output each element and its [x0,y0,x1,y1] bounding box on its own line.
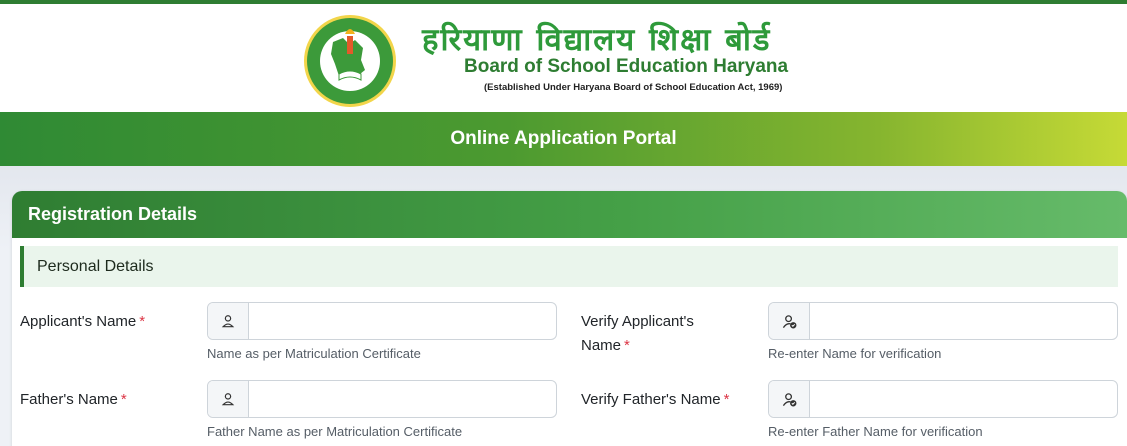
applicant-name-input[interactable] [249,303,556,339]
verify-applicant-name-hint: Re-enter Name for verification [768,346,942,361]
applicant-name-hint: Name as per Matriculation Certificate [207,346,421,361]
bseh-logo [304,15,396,107]
verify-father-name-label-text: Verify Father's Name [581,391,721,408]
applicant-name-group [207,302,557,340]
board-title-hindi: हरियाणा विद्यालय शिक्षा बोर्ड [422,22,772,58]
personal-details-section: Personal Details [20,246,1118,287]
verify-father-name-input[interactable] [810,381,1117,417]
portal-banner: Online Application Portal [0,112,1127,166]
site-header: हरियाणा विद्यालय शिक्षा बोर्ड Board of S… [0,4,1127,112]
verify-applicant-name-input[interactable] [810,303,1117,339]
portal-title: Online Application Portal [450,128,677,149]
verify-father-name-group [768,380,1118,418]
verify-applicant-name-label: Verify Applicant's Name * [581,310,741,358]
applicant-name-label-text: Applicant's Name [20,313,137,330]
user-icon [208,381,249,417]
verify-applicant-name-group [768,302,1118,340]
verify-father-name-label: Verify Father's Name * [581,388,729,412]
required-marker: * [139,313,146,330]
board-title-english: Board of School Education Haryana [464,56,789,77]
father-name-label-text: Father's Name [20,391,118,408]
verify-applicant-label-line2: Name [581,337,622,354]
user-check-icon [769,381,810,417]
applicant-name-label: Applicant's Name * [20,310,145,334]
card-title: Registration Details [28,204,198,224]
registration-card: Registration Details Personal Details Ap… [12,191,1127,446]
father-name-group [207,380,557,418]
card-header: Registration Details [12,191,1127,238]
required-marker: * [624,337,630,354]
user-icon [208,303,249,339]
board-subtitle: (Established Under Haryana Board of Scho… [484,82,783,93]
user-check-icon [769,303,810,339]
verify-applicant-label-line1: Verify Applicant's [581,313,694,330]
father-name-label: Father's Name * [20,388,127,412]
required-marker: * [120,391,127,408]
father-name-hint: Father Name as per Matriculation Certifi… [207,424,463,439]
required-marker: * [723,391,730,408]
father-name-input[interactable] [249,381,556,417]
section-title: Personal Details [37,258,154,275]
verify-father-name-hint: Re-enter Father Name for verification [768,424,983,439]
